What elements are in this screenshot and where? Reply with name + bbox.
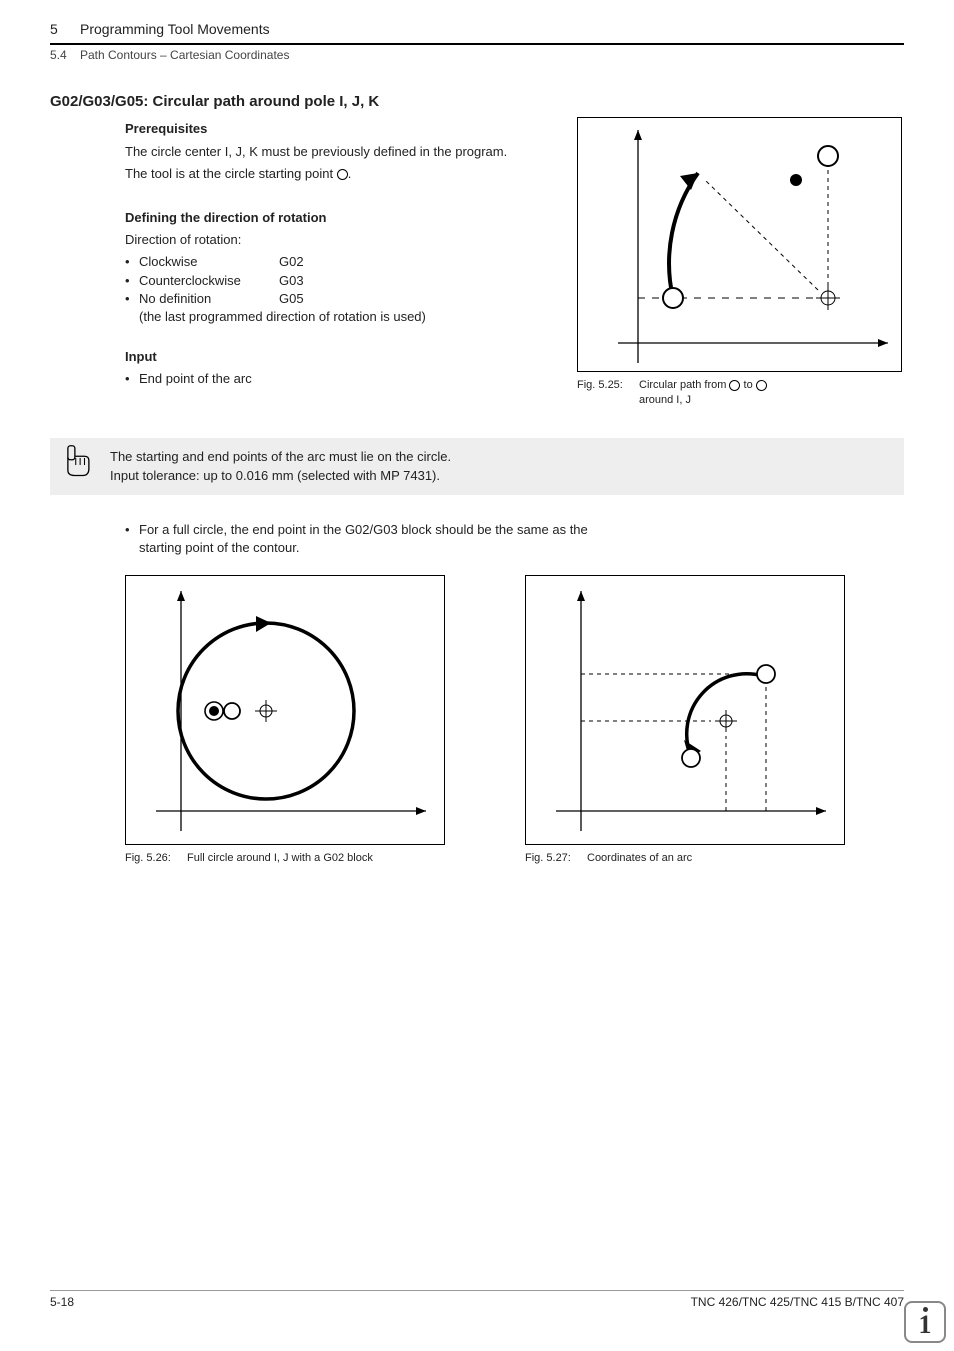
- footer-product: TNC 426/TNC 425/TNC 415 B/TNC 407: [691, 1294, 904, 1311]
- info-icon: 1: [904, 1301, 946, 1343]
- figure-5-27-frame: [525, 575, 845, 845]
- input-list: End point of the arc: [125, 370, 904, 388]
- figure-5-26-svg: [126, 576, 446, 846]
- note-line2: Input tolerance: up to 0.016 mm (selecte…: [110, 467, 892, 485]
- list-item: ClockwiseG02: [125, 253, 904, 271]
- page-footer: 5-18 TNC 426/TNC 425/TNC 415 B/TNC 407: [50, 1290, 904, 1311]
- figure-5-25-frame: [577, 117, 902, 372]
- list-item: For a full circle, the end point in the …: [125, 521, 595, 557]
- direction-list: ClockwiseG02 CounterclockwiseG03 No defi…: [125, 253, 904, 326]
- figure-5-26-caption: Fig. 5.26: Full circle around I, J with …: [125, 851, 445, 866]
- chapter-header: 5 Programming Tool Movements: [50, 20, 904, 40]
- section-header: 5.4 Path Contours – Cartesian Coordinate…: [50, 43, 904, 64]
- section-title-text: Path Contours – Cartesian Coordinates: [80, 47, 289, 64]
- figure-5-26: Fig. 5.26: Full circle around I, J with …: [125, 575, 445, 866]
- chapter-title: Programming Tool Movements: [80, 20, 270, 40]
- section-number: 5.4: [50, 47, 80, 64]
- figure-5-27: Fig. 5.27: Coordinates of an arc: [525, 575, 845, 866]
- note-line1: The starting and end points of the arc m…: [110, 448, 892, 466]
- list-item: CounterclockwiseG03: [125, 272, 904, 290]
- hand-pointing-icon: [60, 444, 95, 479]
- figure-5-26-label: Fig. 5.26:: [125, 851, 187, 866]
- page-title: G02/G03/G05: Circular path around pole I…: [50, 91, 904, 112]
- figure-5-27-label: Fig. 5.27:: [525, 851, 587, 866]
- list-item: No definitionG05(the last programmed dir…: [125, 290, 904, 326]
- note-callout: The starting and end points of the arc m…: [50, 438, 904, 494]
- figure-5-27-caption: Fig. 5.27: Coordinates of an arc: [525, 851, 845, 866]
- fullcircle-list: For a full circle, the end point in the …: [125, 521, 904, 557]
- figure-5-27-svg: [526, 576, 846, 846]
- list-item: End point of the arc: [125, 370, 904, 388]
- page-number: 5-18: [50, 1294, 74, 1311]
- circle-icon: [337, 169, 348, 180]
- chapter-number: 5: [50, 20, 80, 40]
- figure-5-25-svg: [578, 118, 903, 373]
- figure-5-26-frame: [125, 575, 445, 845]
